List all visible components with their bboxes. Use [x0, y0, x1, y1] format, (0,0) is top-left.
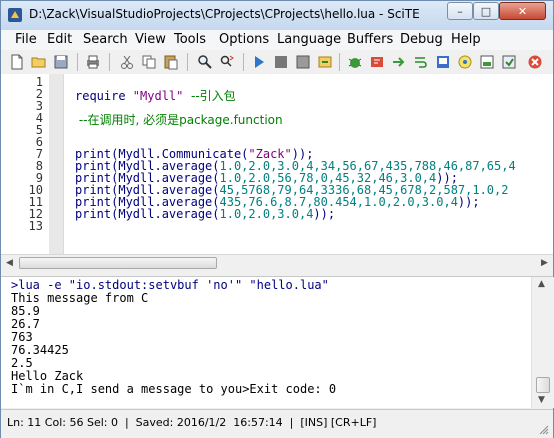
maximize-icon: □ [480, 4, 492, 18]
scroll-down-icon[interactable]: ▼ [538, 395, 545, 405]
next-icon[interactable] [391, 54, 407, 70]
code-token: require [75, 89, 133, 103]
output-vertical-scrollbar[interactable]: ▲ ▼ [531, 277, 554, 408]
bug-icon[interactable] [347, 54, 363, 70]
close-icon: ✕ [517, 4, 528, 18]
open-folder-icon[interactable] [31, 54, 47, 70]
replace-icon[interactable] [219, 54, 235, 70]
scite-app-icon [8, 8, 22, 22]
find-icon[interactable] [197, 54, 213, 70]
status-bar: Ln: 11 Col: 56 Sel: 0 | Saved: 2016/1/2 … [1, 409, 553, 438]
fold-margin[interactable] [49, 74, 64, 254]
print-icon[interactable] [85, 54, 101, 70]
code-line: --在调用时, 必须是package.function [75, 111, 283, 128]
window-title: D:\Zack\VisualStudioProjects\CProjects\C… [29, 7, 420, 21]
line-number-gutter: 1 2 3 4 5 6 7 8 9 10 11 12 13 [1, 74, 49, 254]
code-editor[interactable]: 1 2 3 4 5 6 7 8 9 10 11 12 13 require "M… [1, 74, 553, 254]
resize-grip-icon[interactable] [539, 425, 549, 435]
output-line: 26.7 [11, 317, 40, 331]
compile-icon[interactable] [295, 54, 311, 70]
output-line: 2.5 [11, 356, 33, 370]
status-text: Ln: 11 Col: 56 Sel: 0 | Saved: 2016/1/2 … [7, 416, 377, 429]
output-pane[interactable]: >lua -e "io.stdout:setvbuf 'no'" "hello.… [1, 277, 531, 408]
toolbar-separator [243, 53, 244, 71]
wrap-icon[interactable] [413, 54, 429, 70]
editor-horizontal-scrollbar[interactable]: ◀ ▶ [1, 254, 553, 272]
code-token: )); [313, 207, 336, 221]
stop-icon[interactable] [273, 54, 289, 70]
cd-icon[interactable] [435, 54, 451, 70]
maximize-button[interactable]: □ [473, 2, 499, 20]
copy-icon[interactable] [141, 54, 157, 70]
line-number: 13 [28, 219, 43, 233]
export-icon[interactable] [479, 54, 495, 70]
code-line: require "Mydll" --引入包 [75, 87, 236, 104]
menu-buffers[interactable]: Buffers [347, 32, 393, 47]
toolbar-separator [187, 53, 188, 71]
scite-window: D:\Zack\VisualStudioProjects\CProjects\C… [0, 0, 554, 438]
code-token: )); [457, 195, 480, 209]
title-bar[interactable]: D:\Zack\VisualStudioProjects\CProjects\C… [1, 1, 553, 30]
cut-icon[interactable] [119, 54, 135, 70]
scrollbar-thumb[interactable] [19, 257, 217, 269]
run-icon[interactable] [251, 54, 267, 70]
settings-icon[interactable] [501, 54, 517, 70]
code-token: 1.0,2.0,3.0,4 [219, 207, 314, 221]
build-icon[interactable] [317, 54, 333, 70]
menu-view[interactable]: View [135, 32, 166, 47]
toolbar-separator [339, 53, 340, 71]
menu-options[interactable]: Options [219, 32, 269, 47]
output-line: I`m in C,I send a message to you>Exit co… [11, 382, 337, 396]
new-file-icon[interactable] [9, 54, 25, 70]
close-icon[interactable] [527, 54, 543, 70]
code-token: "Mydll" [132, 89, 184, 103]
minimize-button[interactable]: – [447, 2, 473, 20]
scroll-right-icon[interactable]: ▶ [541, 258, 548, 268]
menu-debug[interactable]: Debug [400, 32, 443, 47]
output-line: This message from C [11, 291, 149, 305]
toolbar-separator [77, 53, 78, 71]
output-line: 85.9 [11, 304, 40, 318]
menu-help[interactable]: Help [451, 32, 481, 47]
menu-search[interactable]: Search [83, 32, 128, 47]
code-token: --在调用时, 必须是package.function [75, 113, 283, 127]
close-window-button[interactable]: ✕ [499, 2, 546, 20]
output-line: 76.34425 [11, 343, 69, 357]
code-token: print(Mydll.average( [75, 207, 220, 221]
window-icon[interactable] [457, 54, 473, 70]
minimize-icon: – [457, 4, 463, 18]
save-icon[interactable] [53, 54, 69, 70]
output-line: Hello Zack [11, 369, 84, 383]
code-token: --引入包 [183, 89, 236, 103]
output-command: >lua -e "io.stdout:setvbuf 'no'" "hello.… [11, 278, 329, 292]
output-line: 763 [11, 330, 33, 344]
code-line: print(Mydll.average(1.0,2.0,3.0,4)); [75, 207, 335, 221]
toolbar [1, 50, 553, 75]
scroll-up-icon[interactable]: ▲ [538, 279, 545, 289]
menu-bar: File Edit Search View Tools Options Lang… [1, 30, 553, 50]
paste-icon[interactable] [163, 54, 179, 70]
menu-tools[interactable]: Tools [174, 32, 206, 47]
menu-file[interactable]: File [15, 32, 37, 47]
menu-edit[interactable]: Edit [47, 32, 72, 47]
menu-language[interactable]: Language [277, 32, 341, 47]
scroll-left-icon[interactable]: ◀ [6, 258, 13, 268]
toolbar-separator [109, 53, 110, 71]
scrollbar-thumb[interactable] [536, 377, 550, 393]
bookmark-icon[interactable] [369, 54, 385, 70]
